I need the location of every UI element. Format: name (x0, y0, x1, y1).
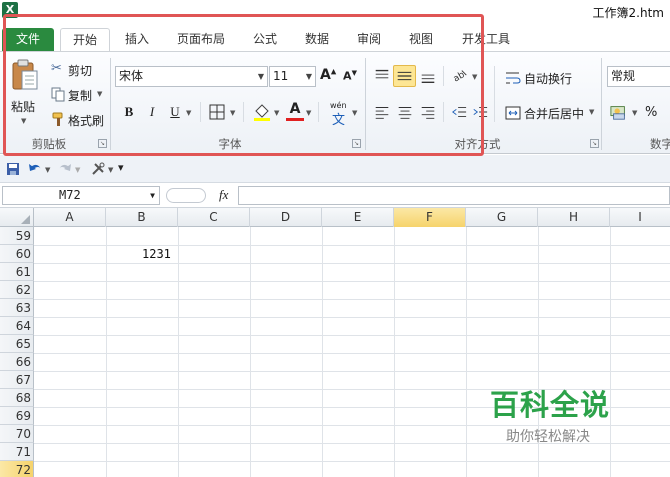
undo-dropdown-icon[interactable]: ▼ (45, 166, 50, 174)
formula-bar-splitter[interactable] (166, 188, 206, 203)
watermark-title: 百科全说 (490, 388, 611, 422)
grid-line (34, 353, 670, 354)
grid-line (34, 299, 670, 300)
column-header-a[interactable]: A (34, 208, 106, 227)
grid-line (34, 263, 670, 264)
grid-line (106, 227, 107, 477)
row-header-63[interactable]: 63 (0, 299, 34, 317)
column-headers: A B C D E F G H I (0, 208, 670, 227)
customize-toolbar-icon[interactable]: ▾ (118, 161, 124, 174)
redo-dropdown-icon[interactable]: ▼ (75, 166, 80, 174)
row-header-66[interactable]: 66 (0, 353, 34, 371)
row-header-65[interactable]: 65 (0, 335, 34, 353)
grid-line (34, 317, 670, 318)
cell-b60[interactable]: 1231 (142, 247, 171, 261)
merge-cells-icon (505, 106, 521, 120)
redo-icon[interactable] (57, 161, 73, 177)
select-all-icon (21, 215, 30, 224)
group-divider (601, 58, 602, 150)
row-header-59[interactable]: 59 (0, 227, 34, 245)
grid-line (466, 227, 467, 477)
tools-icon[interactable] (90, 161, 106, 177)
divider (494, 66, 495, 122)
grid-line (178, 227, 179, 477)
grid-line (322, 227, 323, 477)
merge-dropdown-icon[interactable]: ▼ (589, 108, 594, 116)
formula-input[interactable] (238, 186, 670, 205)
column-header-c[interactable]: C (178, 208, 250, 227)
grid-line (34, 281, 670, 282)
watermark: 百科全说 助你轻松解决 (490, 382, 630, 446)
row-header-61[interactable]: 61 (0, 263, 34, 281)
column-header-g[interactable]: G (466, 208, 538, 227)
row-header-62[interactable]: 62 (0, 281, 34, 299)
highlight-box (3, 14, 484, 156)
number-group-label: 数字 (650, 137, 670, 151)
wrap-text-icon (506, 72, 521, 84)
grid-line (394, 227, 395, 477)
column-header-h[interactable]: H (538, 208, 610, 227)
select-all-corner[interactable] (0, 208, 34, 227)
wrap-text-button[interactable]: 自动换行 (502, 67, 582, 87)
row-header-60[interactable]: 60 (0, 245, 34, 263)
column-header-e[interactable]: E (322, 208, 394, 227)
grid-line (250, 227, 251, 477)
tools-dropdown-icon[interactable]: ▼ (108, 166, 113, 174)
name-box-value: M72 (59, 188, 81, 202)
row-header-69[interactable]: 69 (0, 407, 34, 425)
wrap-text-label: 自动换行 (524, 72, 573, 86)
row-header-72[interactable]: 72 (0, 461, 34, 477)
alignment-dialog-launcher-icon[interactable]: ↘ (590, 139, 599, 148)
formula-bar: M72 ▼ fx (0, 184, 670, 208)
name-box[interactable]: M72 ▼ (2, 186, 160, 205)
accounting-dropdown-icon[interactable]: ▼ (632, 109, 637, 117)
column-header-f[interactable]: F (394, 208, 466, 227)
grid-line (34, 245, 670, 246)
insert-function-icon[interactable]: fx (219, 187, 228, 203)
undo-icon[interactable] (27, 161, 43, 177)
row-header-67[interactable]: 67 (0, 371, 34, 389)
column-header-i[interactable]: I (610, 208, 670, 227)
save-icon[interactable] (6, 162, 20, 176)
watermark-subtitle: 助你轻松解决 (506, 429, 590, 445)
grid-line (34, 335, 670, 336)
grid-line (34, 371, 670, 372)
merge-center-button[interactable]: 合并后居中 ▼ (502, 102, 598, 122)
row-header-68[interactable]: 68 (0, 389, 34, 407)
accounting-format-icon[interactable] (608, 102, 630, 122)
row-header-70[interactable]: 70 (0, 425, 34, 443)
column-header-d[interactable]: D (250, 208, 322, 227)
merge-center-label: 合并后居中 (524, 107, 585, 121)
column-header-b[interactable]: B (106, 208, 178, 227)
chevron-down-icon[interactable]: ▼ (150, 187, 155, 204)
percent-style-button[interactable]: % (645, 105, 657, 120)
number-format-combobox[interactable]: 常规 (607, 66, 670, 87)
document-title: 工作簿2.htm (592, 6, 664, 20)
row-header-64[interactable]: 64 (0, 317, 34, 335)
grid-line (34, 461, 670, 462)
row-header-71[interactable]: 71 (0, 443, 34, 461)
number-format-value: 常规 (611, 69, 636, 83)
quick-access-toolbar: ▼ ▼ ▼ ▾ (0, 155, 670, 183)
